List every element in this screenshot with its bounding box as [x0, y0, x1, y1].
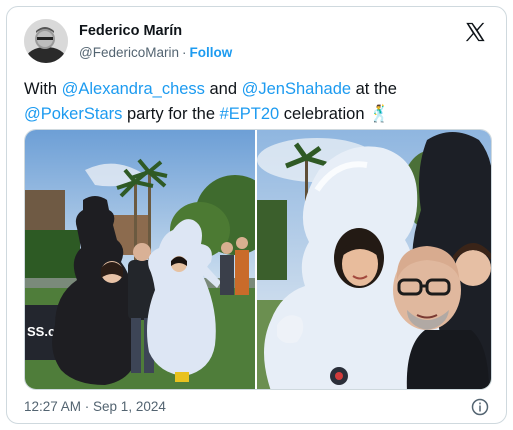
tweet-text-segment: celebration [279, 105, 370, 123]
tweet-text-segment: and [204, 80, 242, 98]
info-icon[interactable] [471, 398, 489, 416]
tweet-text: With @Alexandra_chess and @JenShahade at… [24, 77, 494, 127]
tweet-text-segment: party for the [122, 105, 220, 123]
media-grid: SS.co [24, 129, 492, 390]
avatar[interactable] [24, 19, 68, 63]
author-handle[interactable]: @FedericoMarin [79, 45, 179, 60]
x-logo-icon[interactable] [464, 21, 486, 43]
hashtag-ept20[interactable]: #EPT20 [220, 105, 280, 123]
follow-button[interactable]: Follow [189, 45, 232, 60]
author-name[interactable]: Federico Marín [79, 23, 182, 39]
author-meta: @FedericoMarin · Follow [79, 45, 232, 60]
mention-alexandra-chess[interactable]: @Alexandra_chess [62, 80, 205, 98]
separator: · [181, 45, 187, 60]
dancing-emoji: 🕺 [369, 105, 390, 123]
timestamp[interactable]: 12:27 AM · Sep 1, 2024 [24, 399, 166, 414]
photo-left-image: SS.co [25, 130, 256, 389]
mention-pokerstars[interactable]: @PokerStars [24, 105, 122, 123]
tweet-card: Federico Marín @FedericoMarin · Follow Wit… [6, 6, 507, 424]
photo-right[interactable] [257, 130, 491, 389]
avatar-photo [24, 19, 68, 63]
mention-jenshahade[interactable]: @JenShahade [242, 80, 351, 98]
photo-right-image [257, 130, 491, 389]
tweet-text-segment: With [24, 80, 62, 98]
tweet-text-segment: at the [351, 80, 397, 98]
photo-left[interactable]: SS.co [25, 130, 256, 389]
